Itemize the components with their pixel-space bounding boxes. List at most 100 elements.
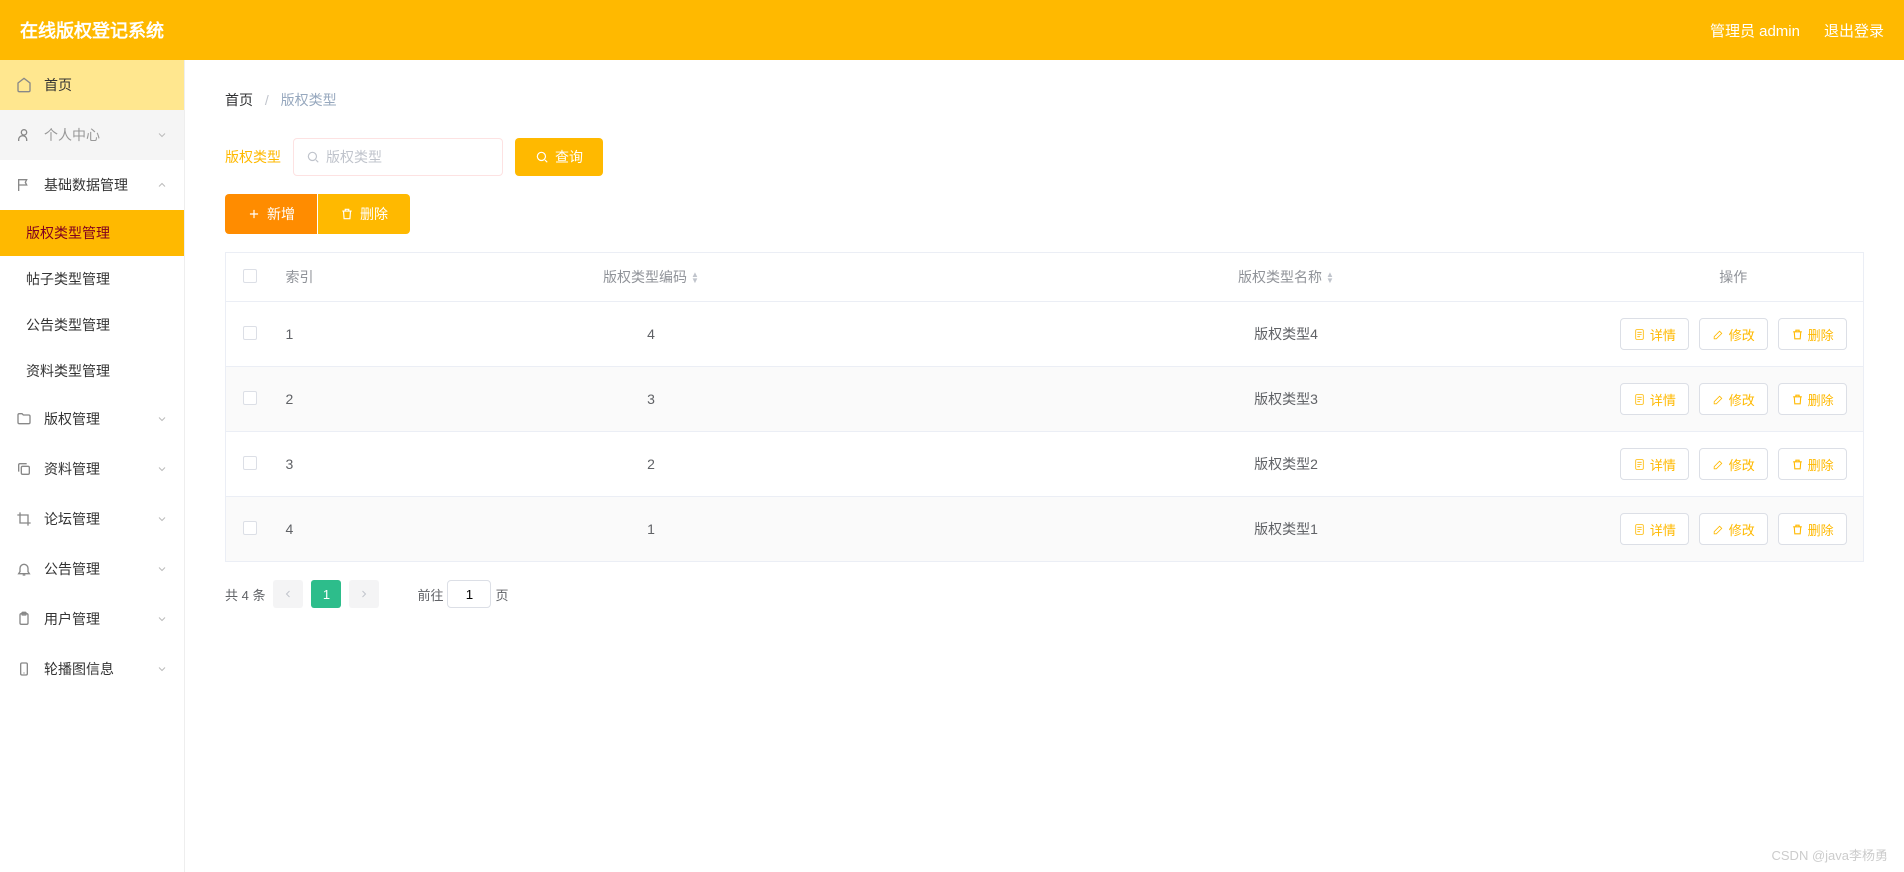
sidebar-subitem[interactable]: 版权类型管理	[0, 210, 184, 256]
chevron-down-icon	[156, 563, 168, 575]
row-delete-button[interactable]: 删除	[1778, 318, 1847, 350]
sidebar-subitem[interactable]: 资料类型管理	[0, 348, 184, 394]
sidebar-item-label: 版权管理	[44, 409, 100, 429]
plus-icon	[247, 207, 261, 221]
sidebar-item-label: 资料管理	[44, 459, 100, 479]
cell-index: 2	[274, 367, 334, 432]
detail-button[interactable]: 详情	[1620, 383, 1689, 415]
cell-code: 4	[334, 302, 969, 367]
edit-button[interactable]: 修改	[1699, 448, 1768, 480]
sidebar-item-label: 个人中心	[44, 125, 100, 145]
detail-button[interactable]: 详情	[1620, 513, 1689, 545]
edit-button[interactable]: 修改	[1699, 383, 1768, 415]
cell-index: 3	[274, 432, 334, 497]
bell-icon	[16, 561, 34, 577]
sidebar-item-copy[interactable]: 资料管理	[0, 444, 184, 494]
cell-name: 版权类型1	[969, 497, 1604, 562]
sidebar-item-crop[interactable]: 论坛管理	[0, 494, 184, 544]
sidebar: 首页个人中心基础数据管理版权类型管理帖子类型管理公告类型管理资料类型管理版权管理…	[0, 60, 185, 872]
header-name[interactable]: 版权类型名称▲▼	[969, 253, 1604, 302]
sort-icon[interactable]: ▲▼	[1326, 272, 1334, 284]
user-icon	[16, 127, 34, 143]
sidebar-item-label: 论坛管理	[44, 509, 100, 529]
sidebar-item-bell[interactable]: 公告管理	[0, 544, 184, 594]
goto-input[interactable]	[447, 580, 491, 608]
chevron-down-icon	[156, 129, 168, 141]
app-title: 在线版权登记系统	[20, 17, 164, 43]
row-checkbox[interactable]	[243, 391, 257, 405]
cell-code: 1	[334, 497, 969, 562]
goto-suffix: 页	[495, 585, 508, 604]
trash-icon	[340, 207, 354, 221]
header-check	[226, 253, 274, 302]
data-table: 索引 版权类型编码▲▼ 版权类型名称▲▼ 操作 1 4 版权类型4 详情 修改 …	[225, 252, 1864, 562]
table-row: 1 4 版权类型4 详情 修改 删除	[226, 302, 1864, 367]
watermark: CSDN @java李杨勇	[1772, 845, 1889, 864]
detail-button[interactable]: 详情	[1620, 318, 1689, 350]
row-delete-button[interactable]: 删除	[1778, 513, 1847, 545]
chevron-down-icon	[156, 463, 168, 475]
sidebar-item-phone[interactable]: 轮播图信息	[0, 644, 184, 694]
header-index: 索引	[274, 253, 334, 302]
goto-wrap: 前往 页	[417, 580, 508, 608]
logout-link[interactable]: 退出登录	[1824, 20, 1884, 41]
row-checkbox[interactable]	[243, 521, 257, 535]
breadcrumb-home[interactable]: 首页	[225, 92, 253, 108]
header-action: 操作	[1604, 253, 1864, 302]
table-row: 3 2 版权类型2 详情 修改 删除	[226, 432, 1864, 497]
cell-name: 版权类型2	[969, 432, 1604, 497]
header: 在线版权登记系统 管理员 admin 退出登录	[0, 0, 1904, 60]
user-info[interactable]: 管理员 admin	[1710, 20, 1800, 41]
edit-button[interactable]: 修改	[1699, 318, 1768, 350]
table-row: 2 3 版权类型3 详情 修改 删除	[226, 367, 1864, 432]
sidebar-item-clipboard[interactable]: 用户管理	[0, 594, 184, 644]
chevron-down-icon	[156, 513, 168, 525]
sidebar-item-label: 用户管理	[44, 609, 100, 629]
sidebar-item-flag[interactable]: 基础数据管理	[0, 160, 184, 210]
cell-index: 4	[274, 497, 334, 562]
filter-row: 版权类型 版权类型 查询	[225, 138, 1864, 176]
phone-icon	[16, 661, 34, 677]
header-code[interactable]: 版权类型编码▲▼	[334, 253, 969, 302]
sidebar-item-label: 公告管理	[44, 559, 100, 579]
filter-label: 版权类型	[225, 147, 281, 167]
cell-code: 3	[334, 367, 969, 432]
cell-index: 1	[274, 302, 334, 367]
breadcrumb-separator: /	[265, 92, 269, 108]
add-button[interactable]: 新增	[225, 194, 317, 234]
chevron-down-icon	[156, 663, 168, 675]
row-delete-button[interactable]: 删除	[1778, 448, 1847, 480]
detail-button[interactable]: 详情	[1620, 448, 1689, 480]
breadcrumb-current: 版权类型	[281, 92, 337, 108]
crop-icon	[16, 511, 34, 527]
row-checkbox[interactable]	[243, 326, 257, 340]
sidebar-item-home[interactable]: 首页	[0, 60, 184, 110]
row-checkbox[interactable]	[243, 456, 257, 470]
total-count: 共 4 条	[225, 585, 265, 604]
copy-icon	[16, 461, 34, 477]
prev-page[interactable]	[273, 580, 303, 608]
page-1[interactable]: 1	[311, 580, 341, 608]
checkbox-all[interactable]	[243, 269, 257, 283]
cell-name: 版权类型3	[969, 367, 1604, 432]
filter-input[interactable]: 版权类型	[293, 138, 503, 176]
goto-prefix: 前往	[417, 585, 443, 604]
filter-placeholder: 版权类型	[326, 147, 382, 167]
edit-button[interactable]: 修改	[1699, 513, 1768, 545]
next-page[interactable]	[349, 580, 379, 608]
sidebar-subitem[interactable]: 帖子类型管理	[0, 256, 184, 302]
cell-name: 版权类型4	[969, 302, 1604, 367]
chevron-down-icon	[156, 613, 168, 625]
search-button[interactable]: 查询	[515, 138, 603, 176]
pagination: 共 4 条 1 前往 页	[225, 580, 1864, 608]
action-row: 新增 删除	[225, 194, 1864, 234]
sidebar-item-label: 轮播图信息	[44, 659, 114, 679]
sidebar-subitem[interactable]: 公告类型管理	[0, 302, 184, 348]
delete-button[interactable]: 删除	[318, 194, 410, 234]
sidebar-item-folder[interactable]: 版权管理	[0, 394, 184, 444]
sidebar-item-user[interactable]: 个人中心	[0, 110, 184, 160]
row-delete-button[interactable]: 删除	[1778, 383, 1847, 415]
sort-icon[interactable]: ▲▼	[691, 272, 699, 284]
folder-icon	[16, 411, 34, 427]
flag-icon	[16, 177, 34, 193]
